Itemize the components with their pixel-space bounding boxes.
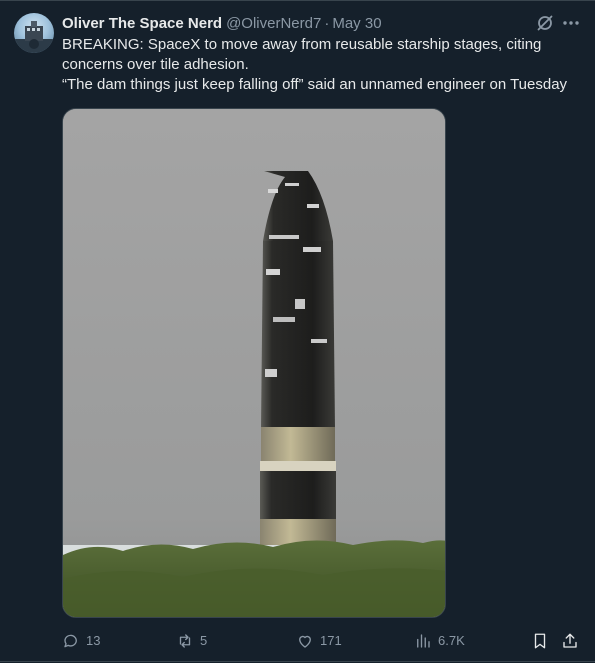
avatar[interactable] [14, 13, 54, 53]
share-icon [563, 633, 577, 648]
separator-dot: · [324, 14, 330, 32]
tweet-header: Oliver The Space Nerd @OliverNerd7 · May… [62, 13, 382, 33]
like-count: 171 [320, 633, 342, 648]
views-icon [417, 634, 430, 648]
tweet-text-line2: “The dam things just keep falling off” s… [62, 76, 568, 93]
top-divider [0, 0, 595, 1]
action-bar: 13 5 171 6.7K [62, 630, 587, 652]
share-button[interactable] [561, 630, 579, 652]
bottom-divider [0, 661, 595, 662]
repost-icon [179, 634, 191, 648]
reply-count: 13 [86, 633, 101, 648]
view-count: 6.7K [438, 633, 465, 648]
grok-icon[interactable] [535, 13, 555, 33]
avatar-picture [14, 21, 54, 53]
rocket-photo [63, 109, 445, 617]
repost-button[interactable]: 5 [176, 630, 207, 652]
tweet-text: BREAKING: SpaceX to move away from reusa… [62, 35, 587, 95]
like-icon [299, 635, 311, 648]
like-button[interactable]: 171 [296, 630, 342, 652]
author-name[interactable]: Oliver The Space Nerd [62, 15, 222, 32]
more-icon[interactable] [561, 13, 581, 33]
bookmark-button[interactable] [531, 630, 549, 652]
tweet-media[interactable] [62, 108, 446, 618]
reply-button[interactable]: 13 [62, 630, 100, 652]
repost-count: 5 [200, 633, 208, 648]
reply-icon [64, 634, 77, 648]
tweet-text-line1: BREAKING: SpaceX to move away from reusa… [62, 36, 542, 73]
author-handle[interactable]: @OliverNerd7 [226, 15, 321, 32]
tweet-date[interactable]: May 30 [332, 15, 381, 32]
bookmark-icon [534, 633, 546, 649]
views-button[interactable]: 6.7K [414, 630, 465, 652]
